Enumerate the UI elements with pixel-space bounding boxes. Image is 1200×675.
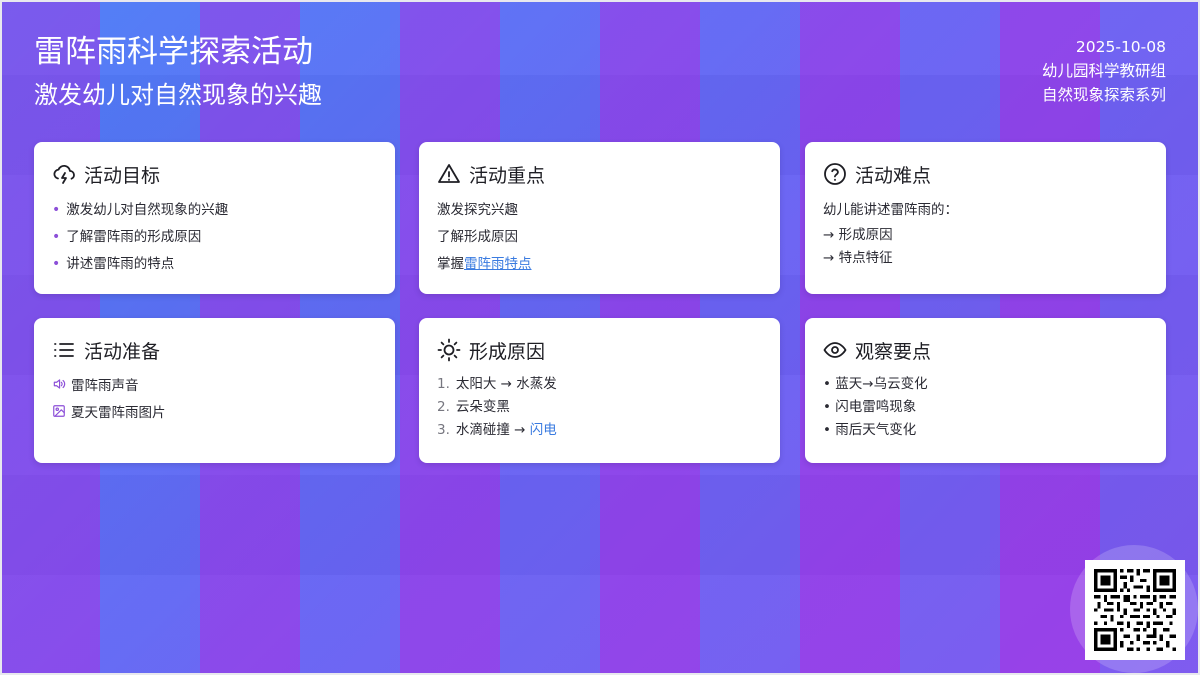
card-body: 幼儿能讲述雷阵雨的： → 形成原因 → 特点特征 [823, 197, 1148, 270]
list-item: 激发探究兴趣 [437, 202, 518, 218]
card-header: 活动目标 [52, 160, 377, 188]
card-title: 活动难点 [855, 164, 932, 187]
card-title: 形成原因 [469, 340, 546, 363]
card-header: 活动难点 [823, 160, 1148, 188]
list-item: → 特点特征 [823, 250, 893, 266]
list-item: • 激发幼儿对自然现象的兴趣 [52, 202, 229, 218]
list-item: • 讲述雷阵雨的特点 [52, 256, 175, 272]
card-goals: 活动目标 • 激发幼儿对自然现象的兴趣 • 了解雷阵雨的形成原因 • 讲述雷阵雨的特点 [34, 142, 395, 294]
list-item: • 了解雷阵雨的形成原因 [52, 229, 202, 245]
list-item: 2. 云朵变黑 [437, 399, 510, 415]
card-title: 活动重点 [469, 164, 546, 187]
card-body: 激发探究兴趣 了解形成原因 掌握雷阵雨特点 [437, 197, 762, 278]
list-item: 夏天雷阵雨图片 [52, 400, 377, 427]
eye-icon [823, 338, 847, 362]
list-item: • 雨后天气变化 [823, 422, 917, 438]
list-item: 3. 水滴碰撞 → 闪电 [437, 422, 557, 438]
speaker-icon [52, 377, 66, 391]
card-header: 观察要点 [823, 336, 1148, 364]
list-icon [52, 338, 76, 362]
org-label: 幼儿园科学教研组 [1041, 62, 1166, 80]
list-item: • 闪电雷鸣现象 [823, 399, 917, 415]
list-item: 1. 太阳大 → 水蒸发 [437, 376, 557, 392]
card-preparation: 活动准备 雷阵雨声音 夏天雷阵雨图片 [34, 318, 395, 463]
list-item: → 形成原因 [823, 227, 893, 243]
date-label: 2025-10-08 [1075, 38, 1166, 56]
qr-code-icon[interactable] [1085, 560, 1185, 660]
bullet-dot: • [52, 202, 61, 218]
card-body: • 激发幼儿对自然现象的兴趣 • 了解雷阵雨的形成原因 • 讲述雷阵雨的特点 [52, 197, 377, 278]
card-body: 1. 太阳大 → 水蒸发 2. 云朵变黑 3. 水滴碰撞 → 闪电 [437, 373, 762, 442]
list-item: 了解形成原因 [437, 229, 518, 245]
card-header: 活动准备 [52, 336, 377, 364]
card-difficulty: 活动难点 幼儿能讲述雷阵雨的： → 形成原因 → 特点特征 [805, 142, 1166, 294]
warning-triangle-icon [437, 162, 461, 186]
cloud-lightning-icon [52, 162, 76, 186]
meta-block: 2025-10-08 幼儿园科学教研组 自然现象探索系列 [1042, 35, 1166, 107]
series-label: 自然现象探索系列 [1041, 86, 1166, 104]
page-title: 雷阵雨科学探索活动 [34, 34, 313, 70]
card-observation: 观察要点 • 蓝天→乌云变化 • 闪电雷鸣现象 • 雨后天气变化 [805, 318, 1166, 463]
bullet-dot: • [52, 256, 61, 272]
features-link[interactable]: 雷阵雨特点 [464, 256, 532, 272]
sun-icon [437, 338, 461, 362]
card-title: 活动准备 [84, 340, 161, 363]
card-causes: 形成原因 1. 太阳大 → 水蒸发 2. 云朵变黑 3. 水滴碰撞 → 闪电 [419, 318, 780, 463]
list-item: 雷阵雨声音 [52, 373, 377, 400]
list-item: 掌握雷阵雨特点 [437, 256, 532, 272]
card-header: 形成原因 [437, 336, 762, 364]
slide: 雷阵雨科学探索活动 激发幼儿对自然现象的兴趣 2025-10-08 幼儿园科学教… [0, 0, 1200, 675]
card-focus: 活动重点 激发探究兴趣 了解形成原因 掌握雷阵雨特点 [419, 142, 780, 294]
difficulty-intro: 幼儿能讲述雷阵雨的： [823, 202, 958, 218]
card-header: 活动重点 [437, 160, 762, 188]
card-title: 观察要点 [855, 340, 932, 363]
bullet-dot: • [52, 229, 61, 245]
card-body: • 蓝天→乌云变化 • 闪电雷鸣现象 • 雨后天气变化 [823, 373, 1148, 442]
page-subtitle: 激发幼儿对自然现象的兴趣 [34, 81, 322, 109]
lightning-highlight: 闪电 [529, 422, 557, 438]
card-title: 活动目标 [84, 164, 161, 187]
list-item: • 蓝天→乌云变化 [823, 376, 928, 392]
title-block: 雷阵雨科学探索活动 激发幼儿对自然现象的兴趣 [34, 32, 322, 112]
image-icon [52, 404, 66, 418]
card-body: 雷阵雨声音 夏天雷阵雨图片 [52, 373, 377, 427]
question-circle-icon [823, 162, 847, 186]
